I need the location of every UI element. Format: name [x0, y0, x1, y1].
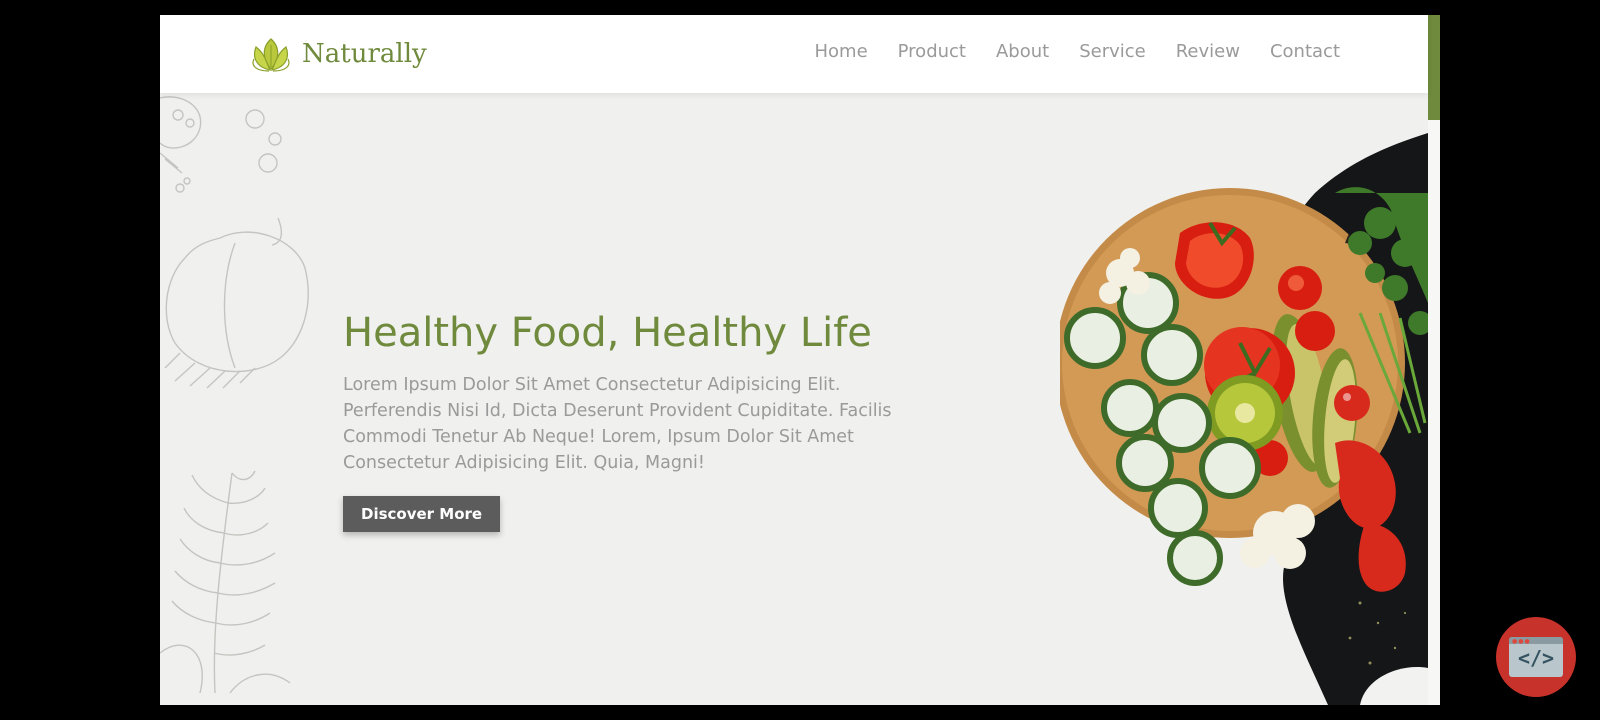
nav-about[interactable]: About [996, 41, 1049, 62]
leaf-logo-icon [252, 38, 290, 72]
nav-service[interactable]: Service [1079, 41, 1146, 62]
vegetable-plate-image [1060, 133, 1428, 705]
hero-title: Healthy Food, Healthy Life [343, 310, 872, 356]
discover-more-button[interactable]: Discover More [343, 496, 501, 532]
nav-contact[interactable]: Contact [1270, 41, 1340, 62]
scrollbar-track[interactable] [1428, 120, 1440, 705]
site-header: Naturally Home Product About Service Rev… [160, 15, 1428, 93]
brand-name: Naturally [302, 39, 427, 69]
hero-description: Lorem Ipsum Dolor Sit Amet Consectetur A… [343, 375, 892, 473]
scrollbar-thumb[interactable] [1428, 15, 1440, 120]
brand-logo[interactable]: Naturally [248, 33, 427, 75]
code-widget-button[interactable]: ●●● </> [1496, 617, 1576, 697]
nav-review[interactable]: Review [1176, 41, 1240, 62]
hero-section: Healthy Food, Healthy Life Lorem Ipsum D… [343, 310, 943, 532]
window-dots: ●●● [1512, 638, 1531, 645]
code-window-icon: ●●● </> [1509, 637, 1563, 677]
vegetable-sketch-decoration [160, 96, 309, 694]
browser-viewport: Naturally Home Product About Service Rev… [160, 15, 1440, 705]
nav-home[interactable]: Home [814, 41, 867, 62]
nav-product[interactable]: Product [898, 41, 966, 62]
main-nav: Home Product About Service Review Contac… [814, 41, 1340, 62]
code-glyph: </> [1517, 646, 1555, 670]
